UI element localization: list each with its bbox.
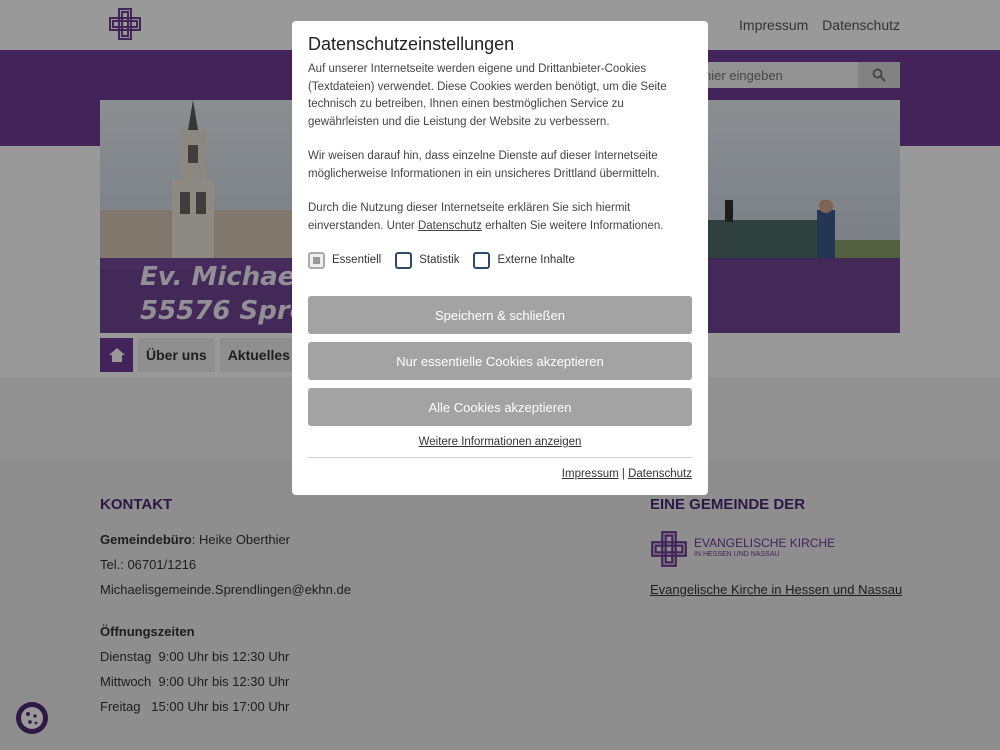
cookie-category-checkboxes: Essentiell Statistik Externe Inhalte (308, 250, 692, 270)
dialog-divider (308, 457, 692, 458)
save-and-close-button[interactable]: Speichern & schließen (308, 296, 692, 334)
dialog-impressum-link[interactable]: Impressum (562, 468, 619, 480)
accept-all-button[interactable]: Alle Cookies akzeptieren (308, 388, 692, 426)
dialog-paragraph-cookies: Auf unserer Internetseite werden eigene … (308, 63, 667, 128)
checkbox-statistik-label: Statistik (419, 254, 460, 266)
dialog-paragraph-consent: Durch die Nutzung dieser Internetseite e… (308, 200, 692, 235)
checkbox-statistik-box[interactable] (395, 251, 413, 269)
checkbox-externe-inhalte-label: Externe Inhalte (497, 254, 575, 266)
dialog-paragraph-drittland: Wir weisen darauf hin, dass einzelne Die… (308, 150, 660, 180)
dialog-title: Datenschutzeinstellungen (308, 34, 515, 54)
dialog-footer-separator: | (618, 468, 629, 480)
consent-text-post: erhalten Sie weitere Informationen. (481, 219, 664, 232)
checkbox-essentiell-box (308, 251, 325, 269)
checkbox-externe-inhalte-box[interactable] (473, 251, 491, 269)
privacy-settings-dialog: Datenschutzeinstellungen Auf unserer Int… (292, 21, 708, 495)
checkbox-statistik[interactable]: Statistik (395, 251, 460, 269)
more-info-link[interactable]: Weitere Informationen anzeigen (308, 436, 692, 448)
datenschutz-inline-link[interactable]: Datenschutz (418, 220, 482, 232)
checkbox-essentiell: Essentiell (308, 251, 382, 269)
checkbox-externe-inhalte[interactable]: Externe Inhalte (473, 251, 575, 269)
checkbox-essentiell-label: Essentiell (332, 254, 382, 266)
dialog-datenschutz-link[interactable]: Datenschutz (628, 468, 692, 480)
accept-essential-button[interactable]: Nur essentielle Cookies akzeptieren (308, 342, 692, 380)
dialog-footer-links: Impressum | Datenschutz (308, 468, 692, 480)
